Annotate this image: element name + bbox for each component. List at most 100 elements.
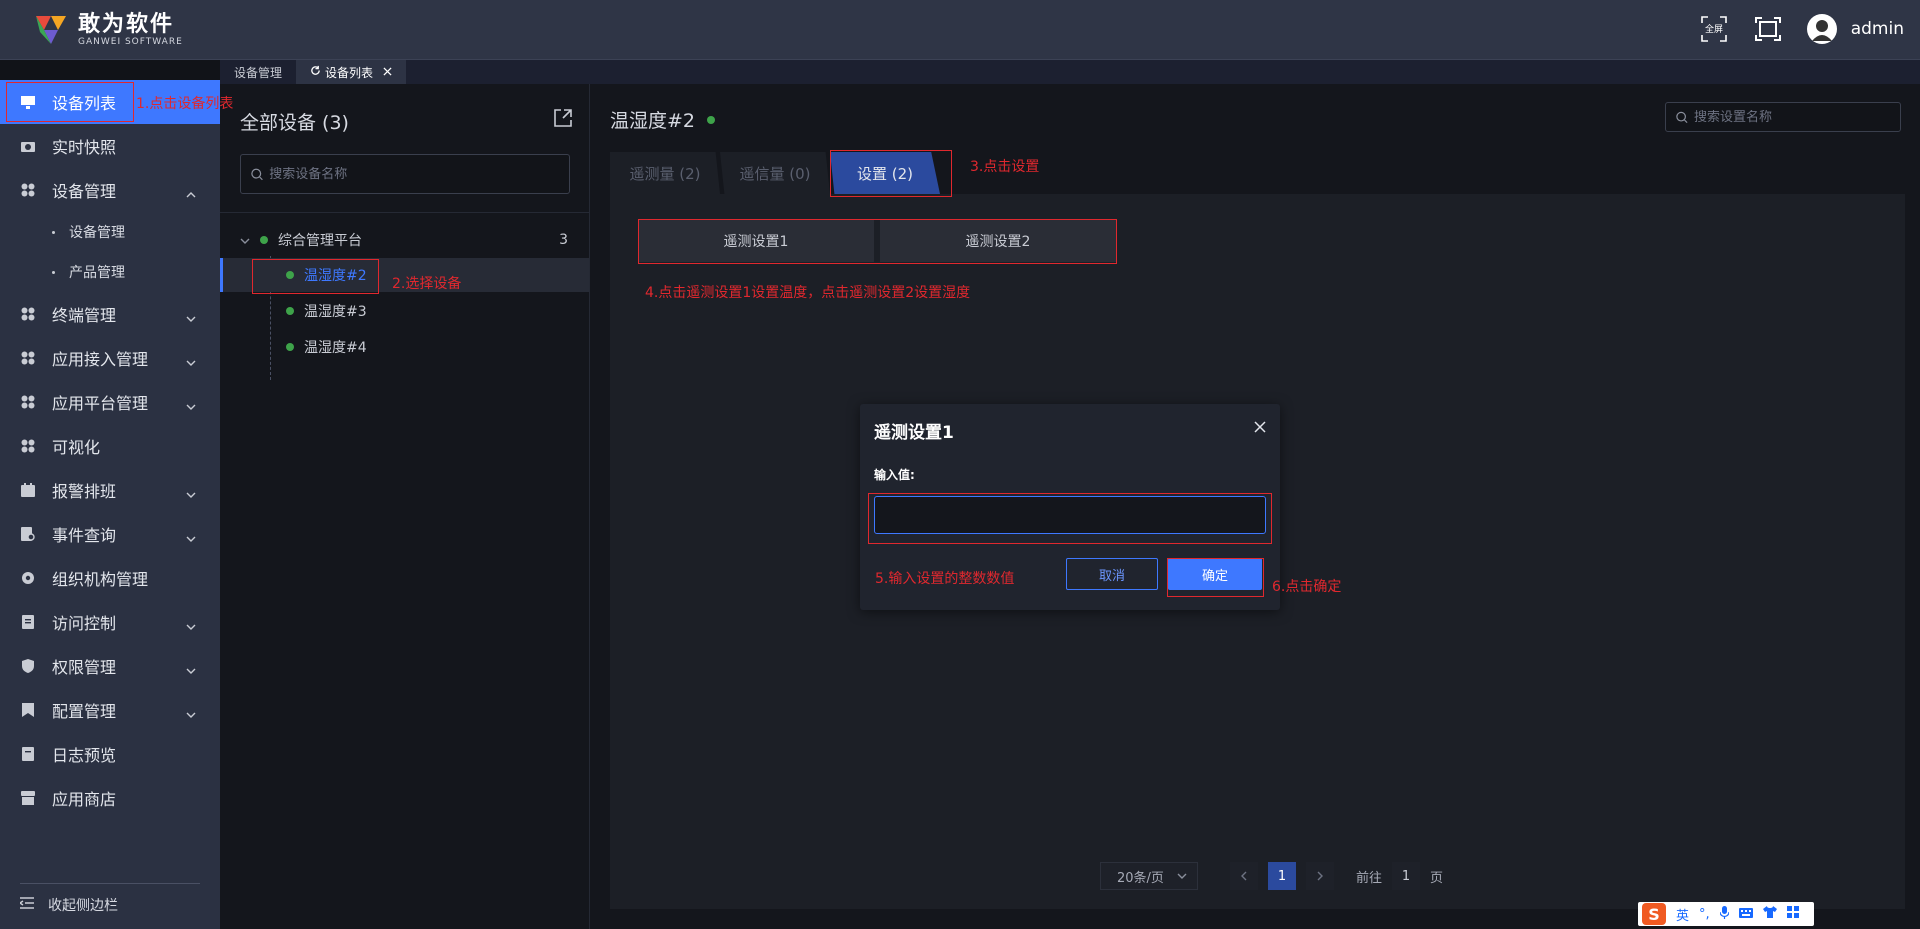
sidebar-item-app-store[interactable]: 应用商店 — [0, 776, 220, 820]
microphone-icon[interactable] — [1719, 905, 1730, 923]
annotation-box-step2 — [252, 259, 379, 294]
sidebar-item-app-platform[interactable]: 应用平台管理 — [0, 380, 220, 424]
ime-language[interactable]: 英 — [1676, 905, 1689, 924]
chevron-down-icon — [186, 395, 196, 414]
tree-node-label: 温湿度#4 — [304, 340, 367, 356]
sidebar-item-device-management[interactable]: 设备管理 — [0, 168, 220, 212]
sidebar-item-label: 日志预览 — [52, 746, 117, 765]
brand-name: 敢为软件 — [78, 11, 175, 37]
setting-search[interactable] — [1665, 102, 1901, 132]
sidebar-item-permission[interactable]: 权限管理 — [0, 644, 220, 688]
tab-device-list[interactable]: 设备列表 — [296, 60, 407, 84]
sidebar-item-alarm-schedule[interactable]: 报警排班 — [0, 468, 220, 512]
store-icon — [20, 790, 36, 806]
tab-label: 设备管理 — [234, 65, 283, 80]
prev-page-button[interactable] — [1230, 862, 1258, 890]
gear-icon — [20, 570, 36, 586]
sidebar-item-label: 事件查询 — [52, 526, 117, 545]
setting-search-input[interactable] — [1693, 109, 1900, 125]
chevron-down-icon — [1177, 873, 1187, 879]
fullscreen-label: 全屏 — [1705, 23, 1723, 35]
ime-punctuation[interactable]: °, — [1699, 907, 1710, 922]
sidebar-item-label: 组织机构管理 — [52, 570, 149, 589]
close-tab-icon[interactable] — [383, 65, 392, 79]
annotation-step3: 3.点击设置 — [970, 159, 1040, 175]
chevron-down-icon — [186, 307, 196, 326]
sidebar-item-config[interactable]: 配置管理 — [0, 688, 220, 732]
skin-shirt-icon[interactable] — [1762, 906, 1777, 922]
avatar — [1806, 14, 1837, 44]
collapse-sidebar-button[interactable]: 收起侧边栏 — [18, 883, 200, 919]
pagination: 20条/页 1 前往 1 页 — [1100, 862, 1443, 890]
sidebar-item-label: 实时快照 — [52, 138, 117, 157]
sidebar: 设备列表 实时快照 设备管理 设备管理 产品管理 终端管理 应用接入管理 应用平… — [0, 80, 220, 929]
sidebar-item-terminal[interactable]: 终端管理 — [0, 292, 220, 336]
user-menu[interactable]: admin — [1806, 14, 1904, 44]
tab-device-management[interactable]: 设备管理 — [220, 60, 296, 84]
brand-subtitle: GANWEI SOFTWARE — [78, 36, 183, 47]
annotation-step2: 2.选择设备 — [392, 276, 462, 292]
brand-logo[interactable]: 敢为软件 GANWEI SOFTWARE — [32, 12, 183, 48]
sidebar-subitem-label: 设备管理 — [69, 225, 125, 241]
cancel-button[interactable]: 取消 — [1066, 558, 1158, 590]
sidebar-item-visualization[interactable]: 可视化 — [0, 424, 220, 468]
chevron-down-icon — [186, 659, 196, 678]
dialog-title: 遥测设置1 — [874, 423, 954, 443]
keyboard-icon[interactable] — [1738, 907, 1753, 922]
page-title: 温湿度#2 — [610, 106, 716, 133]
sidebar-item-label: 应用商店 — [52, 790, 117, 809]
fullscreen-text-button[interactable]: 全屏 — [1699, 14, 1729, 44]
annotation-box-step1 — [6, 82, 134, 122]
grid-icon — [20, 306, 36, 322]
tab-telesignal[interactable]: 遥信量 (0) — [720, 152, 830, 194]
device-panel-title: 全部设备 (3) — [240, 112, 349, 134]
device-panel: 全部设备 (3) 综合管理平台 3 温湿度#2 温湿度#3 温湿度#4 — [220, 84, 590, 929]
grid-icon — [20, 438, 36, 454]
document-search-icon — [20, 526, 36, 542]
tree-root-node[interactable]: 综合管理平台 3 — [240, 228, 590, 252]
tree-node-label: 温湿度#3 — [304, 304, 367, 320]
page-number[interactable]: 1 — [1268, 862, 1296, 890]
online-status-dot — [707, 115, 716, 124]
sidebar-item-snapshot[interactable]: 实时快照 — [0, 124, 220, 168]
chevron-down-icon — [186, 703, 196, 722]
tab-telemetry[interactable]: 遥测量 (2) — [610, 152, 720, 194]
next-page-button[interactable] — [1306, 862, 1334, 890]
sidebar-item-app-access[interactable]: 应用接入管理 — [0, 336, 220, 380]
grid-icon — [20, 350, 36, 366]
sidebar-item-event-query[interactable]: 事件查询 — [0, 512, 220, 556]
online-status-dot — [286, 343, 294, 351]
toolbox-grid-icon[interactable] — [1786, 906, 1799, 922]
sidebar-item-label: 配置管理 — [52, 702, 117, 721]
sidebar-subitem-product-management[interactable]: 产品管理 — [0, 252, 220, 292]
collapse-label: 收起侧边栏 — [48, 897, 118, 914]
calendar-icon — [20, 482, 36, 498]
sidebar-subitem-label: 产品管理 — [69, 265, 125, 281]
sidebar-item-label: 应用接入管理 — [52, 350, 149, 369]
device-search-input[interactable] — [269, 166, 569, 182]
grid-icon — [20, 394, 36, 410]
goto-page-input[interactable]: 1 — [1392, 862, 1421, 890]
sidebar-item-label: 终端管理 — [52, 306, 117, 325]
chevron-down-icon — [186, 615, 196, 634]
refresh-icon[interactable] — [310, 65, 321, 79]
sidebar-subitem-device-management[interactable]: 设备管理 — [0, 212, 220, 252]
tree-node-device[interactable]: 温湿度#4 — [220, 330, 589, 364]
open-external-icon[interactable] — [553, 108, 573, 132]
sogou-logo-icon: S — [1642, 903, 1666, 925]
shield-icon — [20, 658, 36, 674]
sidebar-item-label: 权限管理 — [52, 658, 117, 677]
chevron-down-icon[interactable] — [240, 232, 250, 248]
annotation-box-step3 — [830, 150, 952, 197]
tree-node-device[interactable]: 温湿度#3 — [220, 294, 589, 328]
ime-toolbar[interactable]: S 英 °, — [1638, 902, 1814, 926]
close-icon[interactable] — [1254, 418, 1266, 437]
expand-screen-icon[interactable] — [1753, 14, 1783, 44]
log-icon — [20, 746, 36, 762]
device-search[interactable] — [240, 154, 570, 194]
sidebar-item-log-preview[interactable]: 日志预览 — [0, 732, 220, 776]
page-size-select[interactable]: 20条/页 — [1100, 862, 1198, 890]
sidebar-item-label: 设备管理 — [52, 182, 117, 201]
sidebar-item-organization[interactable]: 组织机构管理 — [0, 556, 220, 600]
sidebar-item-access-control[interactable]: 访问控制 — [0, 600, 220, 644]
